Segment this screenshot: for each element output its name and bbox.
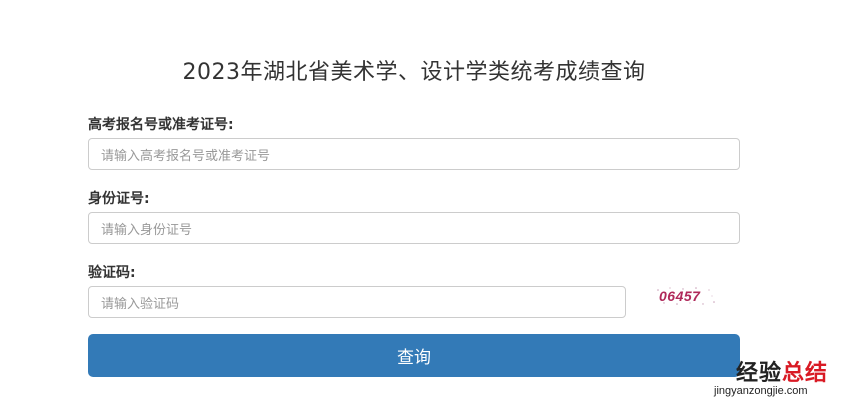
id-number-placeholder: 请输入身份证号 (101, 222, 193, 238)
query-button[interactable]: 查询 (88, 334, 740, 377)
watermark-brand: 经验总结 (736, 355, 828, 387)
captcha-placeholder: 请输入验证码 (101, 296, 180, 312)
id-number-label: 身份证号: (88, 191, 150, 207)
watermark-url: jingyanzongjie.com (714, 385, 808, 397)
watermark-logo: 经验总结 jingyanzongjie.com (714, 355, 854, 405)
page-title: 2023年湖北省美术学、设计学类统考成绩查询 (182, 60, 646, 85)
captcha-input[interactable]: 请输入验证码 (88, 286, 626, 318)
watermark-brand-part2: 总结 (782, 361, 829, 386)
watermark-brand-part1: 经验 (736, 361, 783, 386)
captcha-text: 06457 (659, 288, 701, 304)
exam-number-label: 高考报名号或准考证号: (88, 117, 234, 133)
id-number-input[interactable]: 请输入身份证号 (88, 212, 740, 244)
captcha-label: 验证码: (88, 265, 136, 281)
exam-number-input[interactable]: 请输入高考报名号或准考证号 (88, 138, 740, 170)
query-button-label: 查询 (397, 348, 431, 368)
exam-number-placeholder: 请输入高考报名号或准考证号 (101, 148, 271, 164)
captcha-image[interactable]: 06457 (655, 285, 717, 307)
